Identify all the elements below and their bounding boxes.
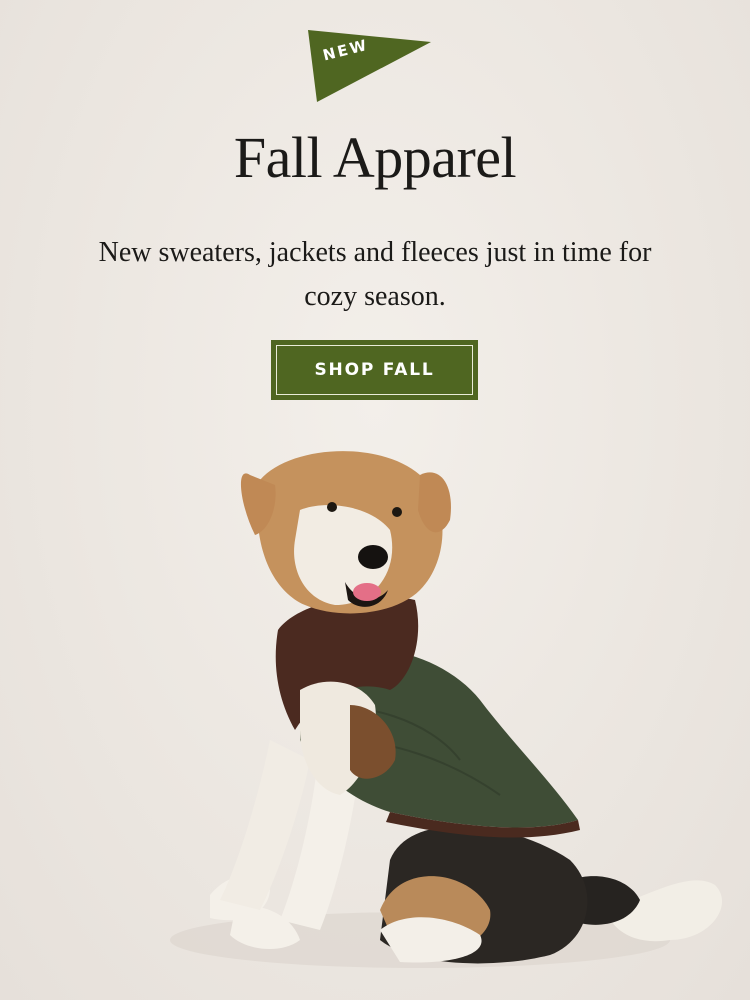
dog-in-jacket-image — [170, 451, 723, 968]
shop-fall-button[interactable]: SHOP FALL — [271, 340, 478, 400]
subtitle: New sweaters, jackets and fleeces just i… — [98, 237, 652, 312]
email-banner: NEW Fall Apparel New sweaters, jackets a… — [0, 0, 750, 1000]
page-title: Fall Apparel — [233, 125, 517, 190]
shop-fall-button-label: SHOP FALL — [314, 360, 435, 380]
